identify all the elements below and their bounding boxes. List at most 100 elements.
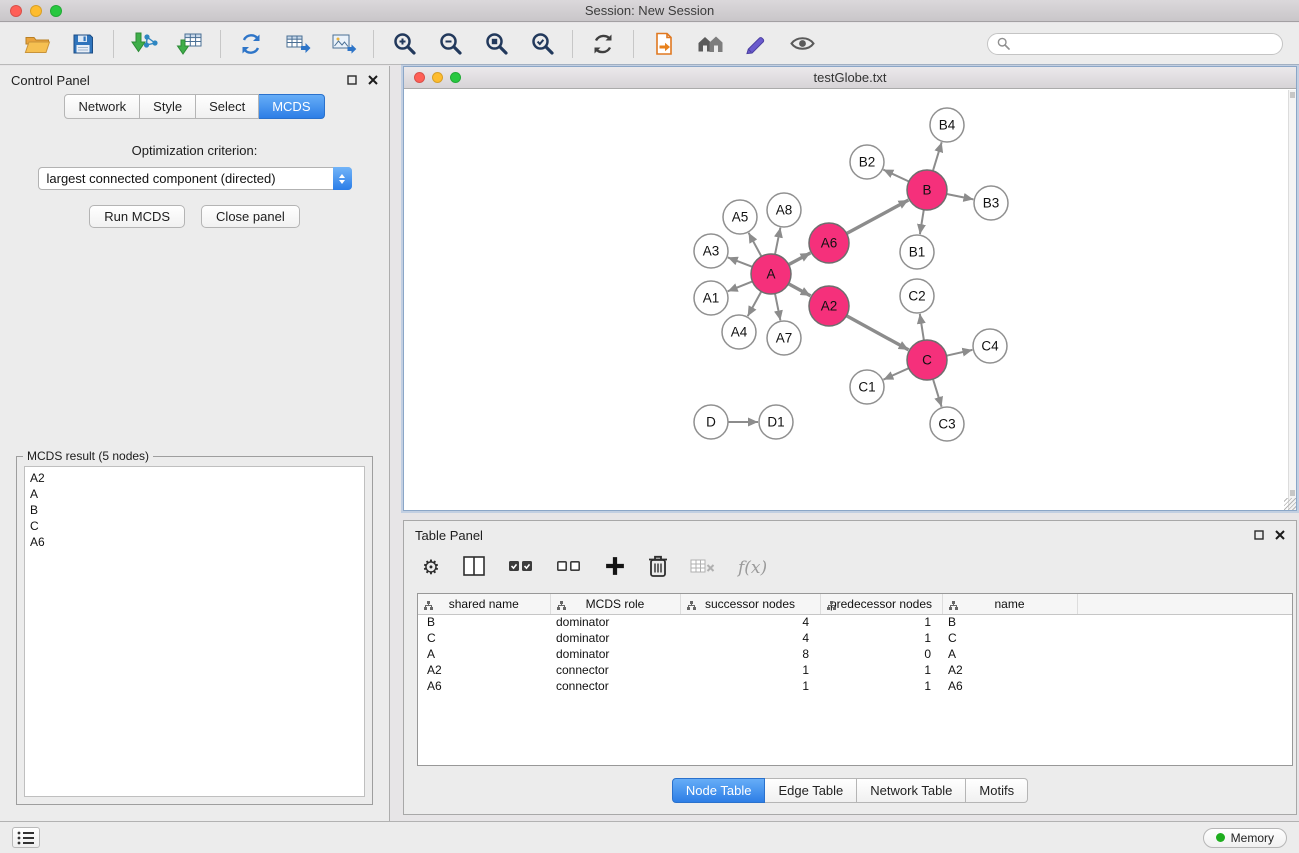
- edge-A-A1[interactable]: [728, 281, 753, 291]
- tab-style[interactable]: Style: [140, 94, 196, 119]
- analyzer-button[interactable]: [739, 28, 773, 60]
- export-network-button[interactable]: [234, 28, 268, 60]
- float-panel-icon[interactable]: [347, 75, 357, 85]
- node-A2[interactable]: A2: [809, 286, 849, 326]
- optimization-dropdown[interactable]: largest connected component (directed): [38, 167, 352, 190]
- edge-C-C4[interactable]: [947, 350, 973, 356]
- import-table-button[interactable]: [173, 28, 207, 60]
- import-network-button[interactable]: [127, 28, 161, 60]
- cell[interactable]: B: [942, 614, 1077, 630]
- node-B2[interactable]: B2: [850, 145, 884, 179]
- cell[interactable]: A: [942, 646, 1077, 662]
- network-zoom-button[interactable]: [450, 72, 461, 83]
- close-panel-button[interactable]: Close panel: [201, 205, 300, 228]
- edge-C-C2[interactable]: [920, 314, 924, 340]
- cell[interactable]: connector: [550, 662, 680, 678]
- edge-B-B2[interactable]: [883, 170, 909, 182]
- cell[interactable]: dominator: [550, 646, 680, 662]
- cell[interactable]: 8: [680, 646, 820, 662]
- edge-A-A2[interactable]: [789, 284, 811, 296]
- cell[interactable]: 1: [820, 662, 942, 678]
- cell[interactable]: 4: [680, 630, 820, 646]
- column-header-predecessor-nodes[interactable]: predecessor nodes: [820, 594, 942, 614]
- open-document-button[interactable]: [647, 28, 681, 60]
- cell[interactable]: dominator: [550, 630, 680, 646]
- minimize-window-button[interactable]: [30, 5, 42, 17]
- cell[interactable]: dominator: [550, 614, 680, 630]
- export-table-button[interactable]: [280, 28, 314, 60]
- tab-edge-table[interactable]: Edge Table: [765, 778, 857, 803]
- edge-A-A5[interactable]: [749, 233, 762, 257]
- result-item-A[interactable]: A: [30, 486, 359, 502]
- node-A5[interactable]: A5: [723, 200, 757, 234]
- node-A[interactable]: A: [751, 254, 791, 294]
- node-A8[interactable]: A8: [767, 193, 801, 227]
- node-A3[interactable]: A3: [694, 234, 728, 268]
- node-A4[interactable]: A4: [722, 315, 756, 349]
- function-builder-button[interactable]: f(x): [738, 558, 767, 578]
- result-item-A2[interactable]: A2: [30, 470, 359, 486]
- edge-B-B1[interactable]: [920, 210, 924, 235]
- cell[interactable]: 0: [820, 646, 942, 662]
- edge-A6-B[interactable]: [847, 200, 909, 234]
- tab-network[interactable]: Network: [64, 94, 140, 119]
- cell[interactable]: A6: [942, 678, 1077, 694]
- table-row-B[interactable]: Bdominator41B: [418, 614, 1292, 630]
- edge-A-A8[interactable]: [775, 228, 780, 255]
- zoom-fit-button[interactable]: [479, 28, 513, 60]
- tab-select[interactable]: Select: [196, 94, 259, 119]
- cell[interactable]: B: [418, 614, 550, 630]
- column-header-name[interactable]: name: [942, 594, 1077, 614]
- refresh-view-button[interactable]: [586, 28, 620, 60]
- cell[interactable]: 1: [820, 678, 942, 694]
- node-A7[interactable]: A7: [767, 321, 801, 355]
- table-row-C[interactable]: Cdominator41C: [418, 630, 1292, 646]
- cell[interactable]: 4: [680, 614, 820, 630]
- cell[interactable]: 1: [820, 630, 942, 646]
- edge-C-C3[interactable]: [933, 379, 942, 407]
- node-B1[interactable]: B1: [900, 235, 934, 269]
- cell[interactable]: 1: [680, 662, 820, 678]
- close-table-panel-icon[interactable]: [1275, 530, 1285, 540]
- result-item-B[interactable]: B: [30, 502, 359, 518]
- node-B4[interactable]: B4: [930, 108, 964, 142]
- node-D[interactable]: D: [694, 405, 728, 439]
- tab-network-table[interactable]: Network Table: [857, 778, 966, 803]
- column-header-mcds-role[interactable]: MCDS role: [550, 594, 680, 614]
- resize-grip[interactable]: [1284, 498, 1296, 510]
- zoom-window-button[interactable]: [50, 5, 62, 17]
- table-row-A6[interactable]: A6connector11A6: [418, 678, 1292, 694]
- network-canvas[interactable]: B4B2BB3A8A5A6A3B1AA1C2A2A4A7C4CC1DD1C3: [404, 90, 1288, 510]
- zoom-in-button[interactable]: [387, 28, 421, 60]
- close-window-button[interactable]: [10, 5, 22, 17]
- node-A1[interactable]: A1: [694, 281, 728, 315]
- export-image-button[interactable]: [326, 28, 360, 60]
- table-row-A[interactable]: Adominator80A: [418, 646, 1292, 662]
- table-settings-button[interactable]: ⚙: [422, 558, 440, 578]
- show-hide-graphics-button[interactable]: [785, 28, 819, 60]
- node-B[interactable]: B: [907, 170, 947, 210]
- save-session-button[interactable]: [66, 28, 100, 60]
- node-C1[interactable]: C1: [850, 370, 884, 404]
- edge-A-A4[interactable]: [748, 292, 762, 317]
- node-A6[interactable]: A6: [809, 223, 849, 263]
- table-row-A2[interactable]: A2connector11A2: [418, 662, 1292, 678]
- edge-B-B4[interactable]: [933, 142, 942, 171]
- mcds-result-list[interactable]: A2ABCA6: [24, 466, 365, 797]
- edge-A2-C[interactable]: [847, 316, 909, 350]
- cell[interactable]: C: [418, 630, 550, 646]
- vertical-scrollbar[interactable]: [1288, 90, 1296, 510]
- cell[interactable]: A2: [942, 662, 1077, 678]
- cell[interactable]: A6: [418, 678, 550, 694]
- open-session-button[interactable]: [20, 28, 54, 60]
- network-close-button[interactable]: [414, 72, 425, 83]
- tab-mcds[interactable]: MCDS: [259, 94, 324, 119]
- cell[interactable]: connector: [550, 678, 680, 694]
- node-B3[interactable]: B3: [974, 186, 1008, 220]
- memory-button[interactable]: Memory: [1203, 828, 1287, 848]
- cell[interactable]: A: [418, 646, 550, 662]
- node-C2[interactable]: C2: [900, 279, 934, 313]
- delete-table-button[interactable]: [690, 556, 716, 581]
- result-item-C[interactable]: C: [30, 518, 359, 534]
- node-C3[interactable]: C3: [930, 407, 964, 441]
